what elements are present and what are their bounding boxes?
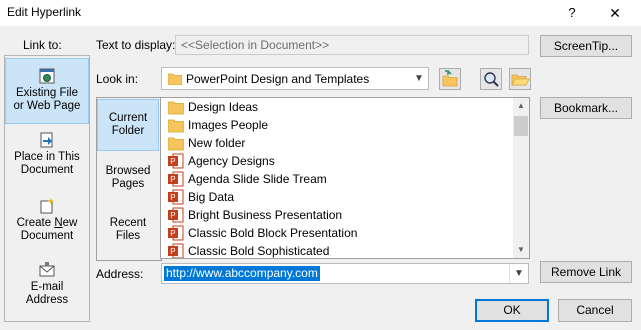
- tab-current-folder[interactable]: Current Folder: [97, 99, 159, 151]
- help-button[interactable]: ?: [560, 2, 584, 24]
- ok-button[interactable]: OK: [475, 299, 549, 322]
- file-name: Agenda Slide Slide Tream: [188, 172, 327, 186]
- tab-recent-line2: Files: [115, 230, 141, 242]
- tab-browsed-pages[interactable]: Browsed Pages: [97, 160, 159, 200]
- place-in-document-icon: [40, 132, 53, 148]
- link-to-place-line2: Document: [20, 164, 74, 176]
- folder-icon: [168, 101, 184, 115]
- new-document-icon: [40, 198, 55, 214]
- file-list-item[interactable]: P Agency Designs: [165, 152, 510, 170]
- browse-side-tabs: Current Folder Browsed Pages Recent File…: [96, 97, 162, 261]
- powerpoint-file-icon: P: [168, 153, 184, 169]
- powerpoint-file-icon: P: [168, 243, 184, 258]
- dialog-title: Edit Hyperlink: [7, 5, 82, 19]
- title-bar: Edit Hyperlink ? ✕: [0, 0, 641, 26]
- folder-icon: [168, 73, 182, 85]
- scrollbar-thumb[interactable]: [514, 116, 528, 136]
- scroll-down-icon[interactable]: ▼: [513, 242, 529, 257]
- file-name: Big Data: [188, 190, 235, 204]
- link-to-create-line2: Document: [20, 230, 74, 242]
- bookmark-button[interactable]: Bookmark...: [540, 97, 632, 119]
- folder-icon: [168, 119, 184, 133]
- svg-text:P: P: [170, 175, 175, 184]
- tab-browsed-line1: Browsed: [105, 165, 151, 177]
- file-name: Classic Bold Sophisticated: [188, 244, 330, 258]
- email-icon: [39, 262, 55, 277]
- file-name: Images People: [188, 118, 269, 132]
- tab-current-line2: Folder: [111, 125, 145, 137]
- link-to-email-address[interactable]: E-mail Address: [5, 262, 89, 312]
- open-folder-icon: [511, 74, 530, 86]
- file-list-item[interactable]: New folder: [165, 134, 510, 152]
- up-one-folder-button[interactable]: [439, 68, 461, 90]
- link-to-existing-file[interactable]: Existing File or Web Page: [5, 58, 89, 124]
- tab-recent-line1: Recent: [109, 217, 147, 229]
- link-to-email-line1: E-mail: [30, 281, 64, 293]
- browse-web-button[interactable]: [480, 68, 502, 90]
- address-label: Address:: [96, 267, 144, 281]
- file-list-item[interactable]: P Big Data: [165, 188, 510, 206]
- file-list-item[interactable]: P Agenda Slide Slide Tream: [165, 170, 510, 188]
- file-name: New folder: [188, 136, 246, 150]
- scroll-up-icon[interactable]: ▲: [513, 98, 529, 113]
- file-name: Design Ideas: [188, 100, 259, 114]
- svg-text:P: P: [170, 211, 175, 220]
- tab-current-line1: Current: [108, 112, 148, 124]
- link-to-panel: Existing File or Web Page Place in This …: [4, 55, 90, 322]
- svg-text:P: P: [170, 157, 175, 166]
- tab-recent-files[interactable]: Recent Files: [97, 212, 159, 252]
- link-to-place-line1: Place in This: [14, 151, 80, 163]
- file-list-item[interactable]: Design Ideas: [165, 98, 510, 116]
- file-list-item[interactable]: P Classic Bold Sophisticated: [165, 242, 510, 258]
- up-folder-icon: [442, 70, 458, 87]
- web-page-icon: [39, 68, 55, 84]
- remove-link-button[interactable]: Remove Link: [540, 261, 632, 283]
- powerpoint-file-icon: P: [168, 189, 184, 205]
- address-value[interactable]: http://www.abccompany.com: [164, 266, 320, 281]
- chevron-down-icon[interactable]: ▼: [409, 68, 428, 89]
- link-to-place-in-document[interactable]: Place in This Document: [5, 132, 89, 182]
- link-to-create-new-document[interactable]: Create New Document: [5, 198, 89, 248]
- file-list: Design Ideas Images People New folder P …: [160, 97, 530, 259]
- link-to-create-line1: Create New: [16, 217, 78, 229]
- folder-icon: [168, 137, 184, 151]
- file-name: Classic Bold Block Presentation: [188, 226, 358, 240]
- file-list-item[interactable]: P Classic Bold Block Presentation: [165, 224, 510, 242]
- look-in-select[interactable]: PowerPoint Design and Templates ▼: [161, 67, 429, 90]
- cancel-button[interactable]: Cancel: [558, 299, 632, 322]
- look-in-label: Look in:: [96, 72, 139, 86]
- svg-text:P: P: [170, 247, 175, 256]
- link-to-existing-line1: Existing File: [16, 87, 78, 99]
- file-name: Bright Business Presentation: [188, 208, 343, 222]
- powerpoint-file-icon: P: [168, 225, 184, 241]
- text-to-display-label: Text to display:: [96, 38, 176, 52]
- file-name: Agency Designs: [188, 154, 275, 168]
- close-button[interactable]: ✕: [600, 2, 630, 24]
- file-list-scrollbar[interactable]: ▲ ▼: [513, 98, 529, 258]
- screentip-button[interactable]: ScreenTip...: [540, 35, 632, 57]
- file-list-item[interactable]: Images People: [165, 116, 510, 134]
- file-list-item[interactable]: P Bright Business Presentation: [165, 206, 510, 224]
- browse-file-button[interactable]: [509, 68, 531, 90]
- link-to-email-line2: Address: [25, 294, 69, 306]
- powerpoint-file-icon: P: [168, 171, 184, 187]
- tab-browsed-line2: Pages: [111, 178, 145, 190]
- look-in-value: PowerPoint Design and Templates: [186, 72, 370, 86]
- text-to-display-input[interactable]: <<Selection in Document>>: [175, 35, 529, 55]
- chevron-down-icon[interactable]: ▼: [509, 264, 528, 283]
- svg-text:P: P: [170, 193, 175, 202]
- powerpoint-file-icon: P: [168, 207, 184, 223]
- link-to-label: Link to:: [23, 38, 62, 52]
- svg-text:P: P: [170, 229, 175, 238]
- link-to-existing-line2: or Web Page: [13, 100, 81, 112]
- address-input[interactable]: http://www.abccompany.com ▼: [161, 263, 529, 284]
- browse-web-icon: [484, 72, 499, 87]
